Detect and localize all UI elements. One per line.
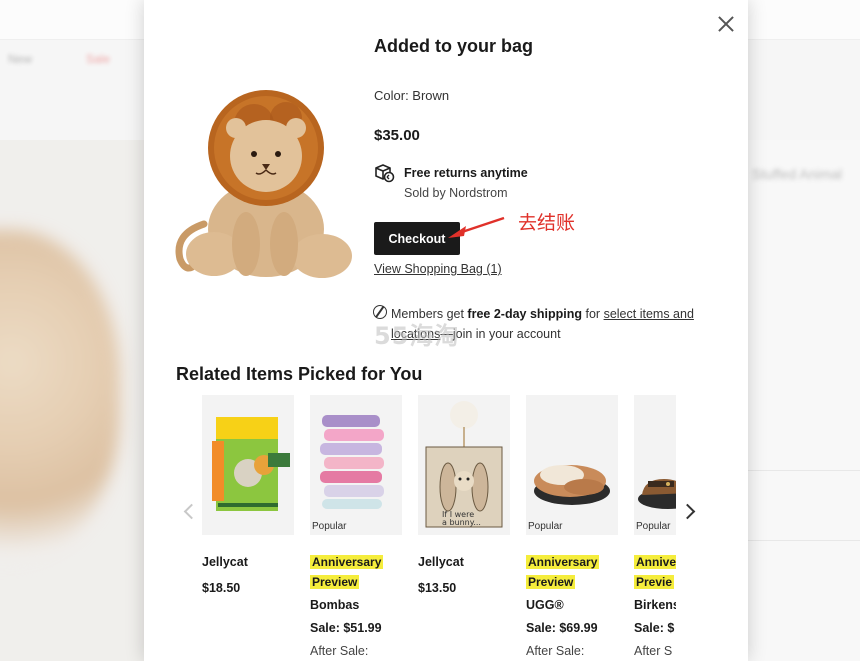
returns-box-icon [373, 163, 395, 183]
related-item-card[interactable]: If I were a bunny... Jellycat $13.50 [418, 395, 510, 661]
related-item-image [202, 395, 294, 535]
preview-badge: Previe [634, 575, 675, 589]
popular-label: Popular [312, 521, 347, 532]
product-image-lion-plush [174, 84, 356, 286]
related-items-heading: Related Items Picked for You [176, 364, 423, 384]
site-watermark: 55海淘 [374, 322, 460, 350]
related-item-brand: UGG® [526, 598, 564, 612]
related-item-price: Sale: $ [634, 621, 675, 635]
related-item-image [526, 395, 618, 535]
related-items-carousel: Jellycat $18.50 Popular Anniversary Prev… [176, 395, 676, 661]
preview-badge: Preview [526, 575, 576, 589]
added-to-bag-modal: Added to your bag Color: Brown $35.00 Fr… [144, 0, 748, 661]
anniversary-badge: Anniversary [526, 555, 600, 569]
related-item-price: Sale: $69.99 [526, 621, 598, 635]
popular-label: Popular [528, 521, 563, 532]
sold-by-label: Sold by Nordstrom [404, 186, 508, 200]
product-color: Color: Brown [374, 88, 450, 103]
preview-badge: Preview [310, 575, 360, 589]
members-text-middle: for [582, 307, 604, 321]
anniversary-badge: Annive [634, 555, 676, 569]
close-icon[interactable] [714, 12, 738, 36]
after-sale-label: After S [634, 644, 673, 658]
view-shopping-bag-link[interactable]: View Shopping Bag (1) [374, 262, 502, 276]
related-item-price: Sale: $51.99 [310, 621, 382, 635]
related-item-brand: Birkens [634, 598, 676, 612]
related-item-card[interactable]: Jellycat $18.50 [202, 395, 294, 661]
related-item-card[interactable]: Popular Anniversary Preview UGG® Sale: $… [526, 395, 618, 661]
chevron-right-icon[interactable] [679, 502, 696, 524]
modal-title: Added to your bag [374, 36, 533, 56]
free-returns-label: Free returns anytime [404, 166, 528, 180]
members-text-bold: free 2-day shipping [467, 307, 583, 321]
related-item-brand: Jellycat [418, 555, 464, 569]
annotation-arrow [448, 216, 505, 238]
svg-text:a bunny...: a bunny... [442, 518, 481, 527]
related-item-price: $18.50 [202, 581, 241, 595]
related-item-image [310, 395, 402, 535]
popular-label: Popular [636, 521, 671, 532]
related-item-brand: Jellycat [202, 555, 248, 569]
product-price: $35.00 [374, 127, 420, 144]
related-item-image: If I were a bunny... [418, 395, 510, 535]
after-sale-label: After Sale: [526, 644, 585, 658]
related-item-card[interactable]: Popular Annive Previe Birkens Sale: $ Af… [634, 395, 676, 661]
related-item-price: $13.50 [418, 581, 457, 595]
related-item-image [634, 395, 676, 535]
after-sale-label: After Sale: [310, 644, 369, 658]
annotation-text: 去结账 [518, 212, 576, 234]
anniversary-badge: Anniversary [310, 555, 384, 569]
related-item-card[interactable]: Popular Anniversary Preview Bombas Sale:… [310, 395, 402, 661]
related-item-brand: Bombas [310, 598, 360, 612]
